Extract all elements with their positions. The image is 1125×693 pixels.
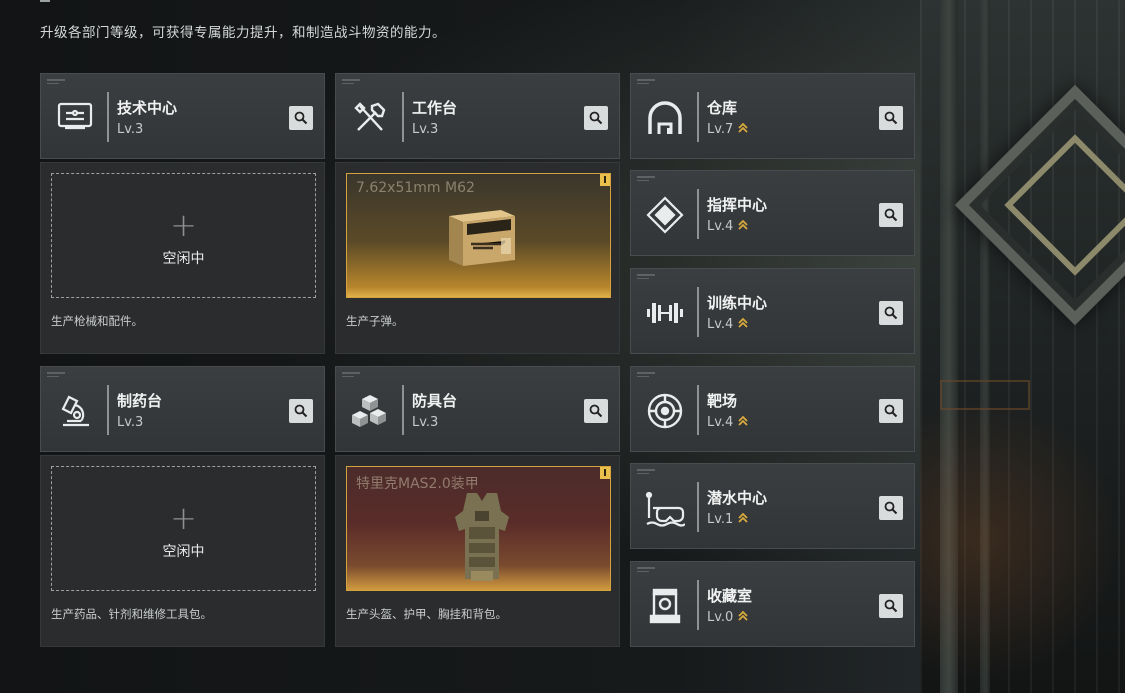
dept-level: Lv.4 [707,219,749,234]
dept-title: 收藏室 [707,587,753,605]
dept-card-range[interactable]: 靶场 Lv.4 [630,366,915,452]
search-icon [589,404,603,418]
inspect-button[interactable] [289,106,313,130]
upgrade-chevron-icon [738,610,748,621]
dept-title: 工作台 [412,99,458,117]
body-armor-icon [455,493,509,581]
dept-title: 靶场 [707,392,738,410]
dept-level: Lv.7 [707,122,749,137]
dept-title: 制药台 [117,392,163,410]
dept-title: 仓库 [707,99,738,117]
inspect-button[interactable] [879,594,903,618]
dept-level: Lv.3 [412,122,439,137]
dept-card-tech[interactable]: 技术中心 Lv.3 [40,73,325,159]
production-desc: 生产枪械和配件。 [51,314,143,328]
dept-title: 潜水中心 [707,489,768,507]
page-subtitle: 升级各部门等级，可获得专属能力提升，和制造战斗物资的能力。 [40,25,446,41]
upgrade-chevron-icon [738,122,748,133]
idle-status: 空闲中 [162,251,205,267]
ammo-box-icon [449,210,515,266]
alert-marker-icon [600,174,610,186]
inspect-button[interactable] [879,399,903,423]
search-icon [884,111,898,125]
search-icon [884,501,898,515]
production-desc: 生产头盔、护甲、胸挂和背包。 [346,607,507,621]
target-icon [645,391,685,431]
production-panel-tech: + 空闲中 生产枪械和配件。 [40,162,325,354]
dept-card-workbench[interactable]: 工作台 Lv.3 [335,73,620,159]
dumbbell-icon [645,293,685,333]
monitor-icon [55,98,95,138]
dept-level: Lv.4 [707,415,749,430]
search-icon [884,306,898,320]
dept-level: Lv.3 [117,415,144,430]
dept-card-command[interactable]: 指挥中心 Lv.4 [630,170,915,256]
inspect-button[interactable] [879,203,903,227]
idle-slot[interactable]: + 空闲中 [51,466,316,591]
diving-mask-icon [645,488,686,528]
search-icon [884,599,898,613]
display-case-icon [645,586,685,626]
dept-card-diving[interactable]: 潜水中心 Lv.1 [630,463,915,549]
search-icon [589,111,603,125]
dept-card-storage[interactable]: 仓库 Lv.7 [630,73,915,159]
upgrade-chevron-icon [738,317,748,328]
production-panel-pharmacy: + 空闲中 生产药品、针剂和维修工具包。 [40,455,325,647]
inspect-button[interactable] [879,301,903,325]
plus-icon: + [170,206,197,244]
production-panel-workbench: 7.62x51mm M62 生产子弹。 [335,162,620,354]
inspect-button[interactable] [584,106,608,130]
inspect-button[interactable] [879,106,903,130]
dept-level: Lv.3 [117,122,144,137]
dept-title: 技术中心 [117,99,178,117]
inspect-button[interactable] [289,399,313,423]
upgrade-chevron-icon [738,415,748,426]
search-icon [884,404,898,418]
dept-level: Lv.4 [707,317,749,332]
production-item-slot[interactable]: 特里克MAS2.0装甲 [346,466,611,591]
microscope-icon [55,391,95,431]
dept-level: Lv.0 [707,610,749,625]
idle-slot[interactable]: + 空闲中 [51,173,316,298]
dept-title: 指挥中心 [707,196,768,214]
item-name: 7.62x51mm M62 [356,180,475,196]
alert-marker-icon [600,467,610,479]
command-diamond-icon [645,195,685,235]
production-item-slot[interactable]: 7.62x51mm M62 [346,173,611,298]
search-icon [294,404,308,418]
plus-icon: + [170,499,197,537]
inspect-button[interactable] [879,496,903,520]
search-icon [294,111,308,125]
warehouse-icon [645,98,685,138]
dept-title: 训练中心 [707,294,768,312]
idle-status: 空闲中 [162,544,205,560]
inspect-button[interactable] [584,399,608,423]
dept-level: Lv.3 [412,415,439,430]
dept-title: 防具台 [412,392,458,410]
production-desc: 生产子弹。 [346,314,404,328]
dept-level: Lv.1 [707,512,749,527]
tools-icon [350,98,390,138]
upgrade-chevron-icon [738,219,748,230]
search-icon [884,208,898,222]
dept-card-armory[interactable]: 防具台 Lv.3 [335,366,620,452]
dept-card-pharmacy[interactable]: 制药台 Lv.3 [40,366,325,452]
header-accent [40,0,50,2]
cubes-icon [350,391,390,431]
production-desc: 生产药品、针剂和维修工具包。 [51,607,212,621]
dept-card-training[interactable]: 训练中心 Lv.4 [630,268,915,354]
production-panel-armory: 特里克MAS2.0装甲 生产头盔、护甲、胸挂和背包。 [335,455,620,647]
dept-card-collection[interactable]: 收藏室 Lv.0 [630,561,915,647]
upgrade-chevron-icon [738,512,748,523]
background-structure [920,0,1125,693]
